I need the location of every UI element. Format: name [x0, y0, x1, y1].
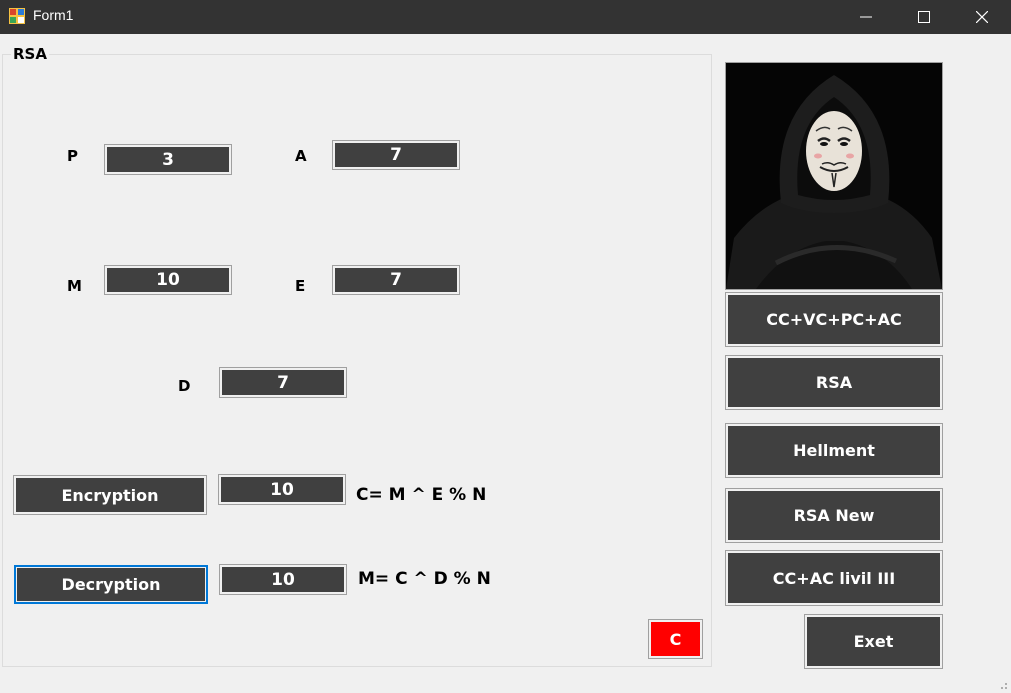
maximize-button[interactable]	[895, 0, 953, 34]
encryption-result-value: 10	[221, 477, 343, 502]
m-input[interactable]: 10	[104, 265, 232, 295]
encryption-button[interactable]: Encryption	[13, 475, 207, 515]
encryption-button-label: Encryption	[16, 478, 204, 512]
side-button-rsa-new[interactable]: RSA New	[725, 488, 943, 543]
a-value: 7	[335, 143, 457, 167]
clear-button[interactable]: C	[648, 619, 703, 659]
label-a: A	[295, 147, 307, 165]
side-button-label: CC+VC+PC+AC	[728, 295, 940, 344]
e-input[interactable]: 7	[332, 265, 460, 295]
d-input[interactable]: 7	[219, 367, 347, 398]
hooded-figure-image	[725, 62, 943, 290]
exit-button-label: Exet	[807, 617, 940, 666]
clear-button-label: C	[651, 622, 700, 656]
side-button-cc-ac-livil-iii[interactable]: CC+AC livil III	[725, 550, 943, 606]
maximize-icon	[918, 11, 930, 23]
m-value: 10	[107, 268, 229, 292]
app-icon	[9, 8, 25, 24]
decryption-result-input[interactable]: 10	[219, 564, 347, 595]
side-button-label: Hellment	[728, 426, 940, 475]
encryption-formula: C= M ^ E % N	[356, 485, 487, 505]
title-bar: Form1	[0, 0, 1011, 34]
minimize-button[interactable]	[837, 0, 895, 34]
label-m: M	[67, 277, 82, 295]
anonymous-mask-icon	[726, 63, 942, 289]
rsa-group-legend: RSA	[11, 45, 49, 63]
p-value: 3	[107, 147, 229, 172]
resize-grip-icon[interactable]	[998, 680, 1008, 690]
decryption-button[interactable]: Decryption	[14, 565, 208, 604]
exit-button[interactable]: Exet	[804, 614, 943, 669]
side-button-rsa[interactable]: RSA	[725, 355, 943, 410]
d-value: 7	[222, 370, 344, 395]
close-icon	[976, 11, 988, 23]
e-value: 7	[335, 268, 457, 292]
minimize-icon	[860, 16, 872, 18]
decryption-button-label: Decryption	[17, 568, 205, 601]
side-button-label: CC+AC livil III	[728, 553, 940, 603]
decryption-result-value: 10	[222, 567, 344, 592]
label-d: D	[178, 377, 191, 395]
p-input[interactable]: 3	[104, 144, 232, 175]
side-button-cc-vc-pc-ac[interactable]: CC+VC+PC+AC	[725, 292, 943, 347]
a-input[interactable]: 7	[332, 140, 460, 170]
side-button-hellment[interactable]: Hellment	[725, 423, 943, 478]
label-p: P	[67, 147, 78, 165]
side-button-label: RSA	[728, 358, 940, 407]
label-e: E	[295, 277, 306, 295]
close-button[interactable]	[953, 0, 1011, 34]
encryption-result-input[interactable]: 10	[218, 474, 346, 505]
window-title: Form1	[33, 7, 74, 23]
side-button-label: RSA New	[728, 491, 940, 540]
decryption-formula: M= C ^ D % N	[358, 569, 491, 589]
